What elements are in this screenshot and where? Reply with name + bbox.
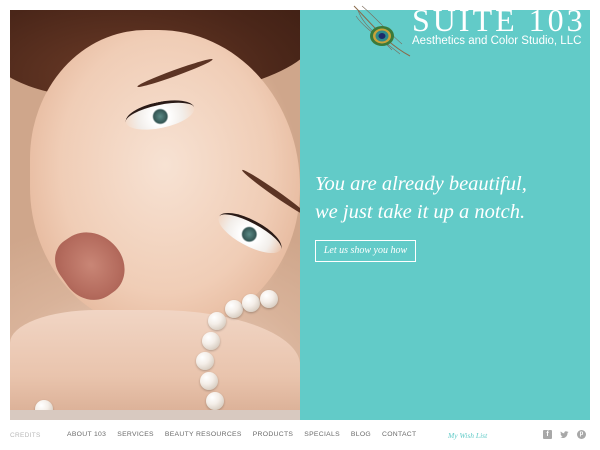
peacock-feather-icon[interactable] [352,4,412,58]
brow-right [240,167,300,219]
pearl [260,290,278,308]
social-links: f p [543,430,586,439]
eye-left [123,95,197,135]
pearl [202,332,220,350]
nav-blog[interactable]: BLOG [351,431,371,438]
facebook-icon[interactable]: f [543,430,552,439]
headline-line-2: we just take it up a notch. [315,201,526,223]
pearl [206,392,224,410]
nav-services[interactable]: SERVICES [117,431,154,438]
twitter-icon[interactable] [560,430,569,439]
brow-left [136,56,214,90]
nav-beauty-resources[interactable]: BEAUTY RESOURCES [165,431,242,438]
credits-link[interactable]: CREDITS [10,432,41,439]
pinterest-icon[interactable]: p [577,430,586,439]
brand-tagline: Aesthetics and Color Studio, LLC [412,35,582,47]
pearl [196,352,214,370]
nav-contact[interactable]: CONTACT [382,431,416,438]
show-you-how-button[interactable]: Let us show you how [315,240,416,262]
wishlist-link[interactable]: My Wish List [448,431,487,440]
pearl [200,372,218,390]
pearl [208,312,226,330]
nav-about[interactable]: ABOUT 103 [67,431,106,438]
lips [45,218,137,312]
hero-photo [10,10,300,420]
headline-line-1: You are already beautiful, [315,173,527,195]
brand-name[interactable]: SUITE 103 [412,2,592,39]
photo-edge [10,410,300,420]
eye-right [212,205,288,261]
nav-specials[interactable]: SPECIALS [304,431,340,438]
hands [10,310,300,420]
footer-nav: ABOUT 103 SERVICES BEAUTY RESOURCES PROD… [67,431,427,438]
pearl [225,300,243,318]
nav-products[interactable]: PRODUCTS [253,431,294,438]
pearl [242,294,260,312]
hero-headline: You are already beautiful, we just take … [315,170,585,226]
